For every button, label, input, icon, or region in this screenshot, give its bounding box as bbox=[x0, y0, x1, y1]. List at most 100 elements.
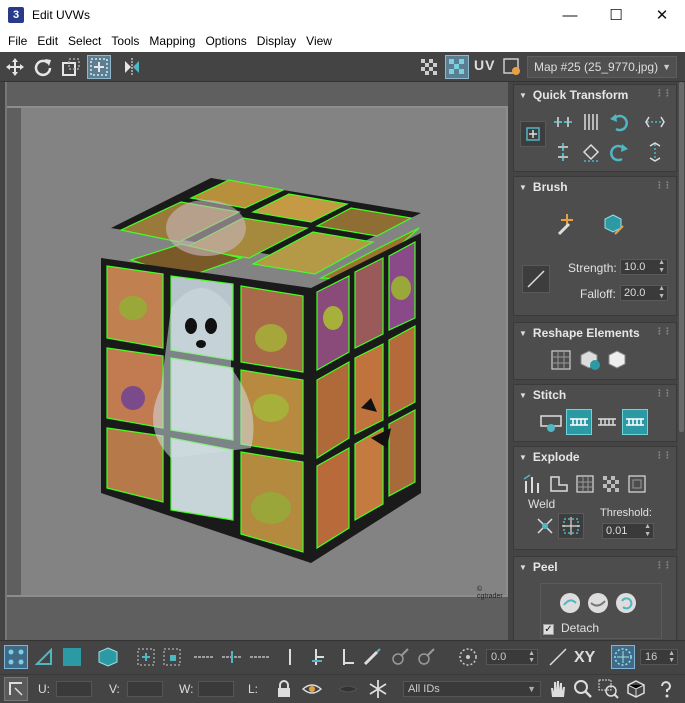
paint-move-button[interactable] bbox=[554, 211, 580, 237]
rotation-angle-icon[interactable] bbox=[456, 645, 480, 669]
stitch-header[interactable]: ▼ Stitch ⋮⋮ bbox=[514, 385, 676, 405]
zoom-extents-icon[interactable] bbox=[624, 677, 648, 701]
help-icon[interactable] bbox=[654, 677, 678, 701]
quick-transform-header[interactable]: ▼ Quick Transform ⋮⋮ bbox=[514, 85, 676, 105]
space-horizontal-button[interactable] bbox=[642, 109, 668, 135]
lock-icon[interactable] bbox=[272, 677, 296, 701]
weld-target-button[interactable] bbox=[558, 513, 584, 539]
texture-display-icon[interactable] bbox=[445, 55, 469, 79]
absolute-relative-toggle-icon[interactable] bbox=[4, 677, 28, 701]
panel-scroll-thumb[interactable] bbox=[679, 82, 684, 432]
element-select-icon[interactable] bbox=[96, 645, 120, 669]
stitch-average-button[interactable] bbox=[594, 409, 620, 435]
w-coordinate-field[interactable] bbox=[198, 681, 234, 697]
minimize-button[interactable]: — bbox=[547, 0, 593, 30]
rotation-angle-field[interactable]: 0.0 ▲ ▼ bbox=[486, 649, 538, 665]
stitch-to-source-button[interactable] bbox=[566, 409, 592, 435]
align-line-icon[interactable] bbox=[546, 645, 570, 669]
relax-button[interactable] bbox=[604, 347, 630, 373]
grow-loop-icon[interactable] bbox=[220, 645, 244, 669]
quick-peel-button[interactable] bbox=[557, 590, 583, 616]
brush-falloff-type-button[interactable] bbox=[522, 265, 550, 293]
align-horizontal-button[interactable] bbox=[550, 109, 576, 135]
detach-checkbox[interactable]: ✓ bbox=[543, 624, 554, 635]
xy-label[interactable]: XY bbox=[574, 649, 595, 667]
shrink-selection-icon[interactable] bbox=[160, 645, 184, 669]
texture-settings-icon[interactable] bbox=[500, 55, 524, 79]
zoom-icon[interactable] bbox=[571, 677, 595, 701]
vertex-select-icon[interactable] bbox=[4, 645, 28, 669]
explode-header[interactable]: ▼ Explode ⋮⋮ bbox=[514, 447, 676, 467]
relax-until-flat-button[interactable] bbox=[576, 347, 602, 373]
menu-tools[interactable]: Tools bbox=[106, 30, 144, 52]
menu-view[interactable]: View bbox=[301, 30, 337, 52]
v-coordinate-field[interactable] bbox=[127, 681, 163, 697]
set-pivot-button[interactable] bbox=[520, 121, 546, 147]
menu-options[interactable]: Options bbox=[200, 30, 251, 52]
threshold-spinner[interactable]: 0.01 ▲ ▼ bbox=[602, 523, 654, 539]
align-edge-button[interactable] bbox=[550, 139, 576, 165]
weld-selected-button[interactable] bbox=[532, 513, 558, 539]
grid-snap-icon[interactable] bbox=[611, 645, 635, 669]
relax-brush-button[interactable] bbox=[600, 211, 626, 237]
u-coordinate-field[interactable] bbox=[56, 681, 92, 697]
close-button[interactable]: ✕ bbox=[639, 0, 685, 30]
rotate-cw-button[interactable] bbox=[606, 139, 632, 165]
menu-select[interactable]: Select bbox=[63, 30, 106, 52]
paint-select-grow-icon[interactable] bbox=[388, 645, 412, 669]
mirror-icon[interactable] bbox=[120, 55, 144, 79]
menu-file[interactable]: File bbox=[3, 30, 32, 52]
panel-scrollbar[interactable] bbox=[678, 82, 685, 640]
align-to-edge-button[interactable] bbox=[578, 139, 604, 165]
freeze-icon[interactable] bbox=[366, 677, 390, 701]
shrink-loop-icon[interactable] bbox=[248, 645, 272, 669]
grip-icon: ⋮⋮ bbox=[655, 560, 672, 570]
zoom-region-icon[interactable] bbox=[597, 677, 621, 701]
checker-pattern-icon[interactable] bbox=[417, 55, 441, 79]
scale-icon[interactable] bbox=[59, 55, 83, 79]
collapse-arrow-icon: ▼ bbox=[519, 182, 527, 192]
flatten-by-polygon-angle-button[interactable] bbox=[572, 471, 598, 497]
grow-selection-icon[interactable] bbox=[134, 645, 158, 669]
hide-unselected-icon[interactable] bbox=[336, 677, 360, 701]
menu-edit[interactable]: Edit bbox=[32, 30, 63, 52]
stitch-custom-button[interactable] bbox=[538, 409, 564, 435]
paint-select-shrink-icon[interactable] bbox=[414, 645, 438, 669]
peel-header[interactable]: ▼ Peel ⋮⋮ bbox=[514, 557, 676, 577]
menu-mapping[interactable]: Mapping bbox=[144, 30, 200, 52]
map-dropdown[interactable]: Map #25 (25_9770.jpg) ▼ bbox=[527, 56, 677, 78]
grid-size-field[interactable]: 16 ▲ ▼ bbox=[640, 649, 678, 665]
flatten-by-smoothing-group-button[interactable] bbox=[546, 471, 572, 497]
falloff-spinner[interactable]: 20.0 ▲ ▼ bbox=[620, 285, 668, 301]
stitch-to-target-button[interactable] bbox=[622, 409, 648, 435]
reshape-elements-title: Reshape Elements bbox=[532, 326, 640, 340]
strength-spinner[interactable]: 10.0 ▲ ▼ bbox=[620, 259, 668, 275]
break-button[interactable] bbox=[520, 471, 546, 497]
grow-ring-icon[interactable] bbox=[306, 645, 330, 669]
ring-select-icon[interactable] bbox=[278, 645, 302, 669]
pan-hand-icon[interactable] bbox=[545, 677, 569, 701]
move-icon[interactable] bbox=[3, 55, 27, 79]
space-vertical-button[interactable] bbox=[642, 139, 668, 165]
brush-header[interactable]: ▼ Brush ⋮⋮ bbox=[514, 177, 676, 197]
polygon-select-icon[interactable] bbox=[60, 645, 84, 669]
maximize-button[interactable]: ☐ bbox=[593, 0, 639, 30]
paint-select-icon[interactable] bbox=[360, 645, 384, 669]
uv-editor-viewport[interactable]: © cgtrader bbox=[5, 82, 508, 640]
rotate-icon[interactable] bbox=[31, 55, 55, 79]
reshape-elements-header[interactable]: ▼ Reshape Elements ⋮⋮ bbox=[514, 323, 676, 343]
material-id-filter-dropdown[interactable]: All IDs ▼ bbox=[403, 681, 541, 697]
menu-display[interactable]: Display bbox=[252, 30, 301, 52]
flatten-custom-button[interactable] bbox=[624, 471, 650, 497]
align-vertical-button[interactable] bbox=[578, 109, 604, 135]
show-hide-icon[interactable] bbox=[300, 677, 324, 701]
edge-select-icon[interactable] bbox=[32, 645, 56, 669]
freeform-mode-icon[interactable] bbox=[87, 55, 111, 79]
flatten-by-material-id-button[interactable] bbox=[598, 471, 624, 497]
peel-mode-button[interactable] bbox=[585, 590, 611, 616]
reset-peel-button[interactable] bbox=[613, 590, 639, 616]
rotate-ccw-button[interactable] bbox=[606, 109, 632, 135]
shrink-ring-icon[interactable] bbox=[334, 645, 358, 669]
loop-select-icon[interactable] bbox=[192, 645, 216, 669]
straighten-selection-button[interactable] bbox=[548, 347, 574, 373]
